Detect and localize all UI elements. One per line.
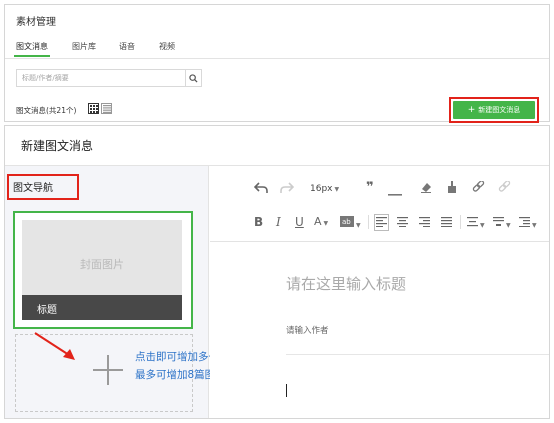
new-news-editor: 新建图文消息 图文导航 封面图片 标题 点击即可增加多一个图文 最多可增加8篇图… [4, 125, 550, 419]
undo-icon[interactable] [253, 182, 268, 196]
news-count-label: 图文消息(共21个) [16, 106, 77, 115]
page-title: 素材管理 [16, 17, 56, 28]
editor-title: 新建图文消息 [21, 139, 94, 153]
cover-title-bar: 标题 [22, 295, 182, 320]
quote-icon[interactable]: ❞ [366, 181, 374, 194]
underline-icon[interactable]: U [295, 216, 304, 228]
align-justify-icon[interactable] [441, 216, 452, 229]
align-left-icon[interactable] [374, 214, 389, 231]
add-plus-icon [93, 355, 123, 385]
nav-title: 图文导航 [13, 183, 53, 194]
tab-news[interactable]: 图文消息 [14, 41, 50, 57]
cover-title-text: 标题 [37, 305, 57, 316]
author-input[interactable]: 请输入作者 [286, 324, 329, 336]
line-height-icon[interactable]: ▼ [467, 216, 485, 229]
article-title-input[interactable]: 请在这里输入标题 [286, 273, 406, 294]
svg-text:ab: ab [342, 218, 351, 226]
horizontal-rule-icon[interactable] [388, 187, 402, 198]
author-divider [286, 354, 549, 355]
redo-icon[interactable] [280, 182, 295, 196]
red-arrow-icon [34, 332, 75, 360]
toolbar-divider [460, 215, 461, 229]
tab-video[interactable]: 视频 [159, 41, 175, 52]
font-color-icon[interactable]: A ▼ [314, 216, 328, 227]
align-right-icon[interactable] [419, 216, 430, 229]
eraser-icon[interactable] [420, 181, 432, 195]
new-news-button[interactable]: + 新建图文消息 [453, 101, 535, 119]
editor-toolbar: 16px ▼ ❞ B I U A ▼ ab ▼ ▼ ▼ ▼ [210, 166, 549, 242]
italic-icon[interactable]: I [276, 216, 281, 228]
bold-icon[interactable]: B [254, 216, 263, 228]
unlink-icon[interactable] [498, 180, 511, 196]
tab-image-library[interactable]: 图片库 [72, 41, 96, 52]
font-size-value: 16px [310, 184, 333, 194]
cover-placeholder-text: 封面图片 [80, 258, 124, 271]
search-input[interactable] [17, 70, 185, 86]
tab-bar: 图文消息 图片库 语音 视频 [5, 37, 549, 59]
editor-header: 新建图文消息 [5, 126, 549, 166]
text-cursor [286, 384, 287, 397]
paragraph-spacing-icon[interactable]: ▼ [493, 216, 511, 229]
search-icon[interactable] [185, 70, 201, 86]
search-box [16, 69, 202, 87]
tab-voice[interactable]: 语音 [119, 41, 135, 52]
indent-icon[interactable]: ▼ [519, 216, 537, 229]
new-news-button-label: 新建图文消息 [478, 106, 521, 114]
background-color-icon[interactable]: ab ▼ [340, 216, 361, 229]
link-icon[interactable] [472, 180, 485, 196]
view-toggle [88, 103, 112, 114]
plus-icon: + [467, 104, 476, 115]
toolbar-divider [368, 215, 369, 229]
font-size-select[interactable]: 16px ▼ [310, 184, 339, 194]
align-center-icon[interactable] [397, 216, 408, 229]
rich-text-editor: 16px ▼ ❞ B I U A ▼ ab ▼ ▼ ▼ ▼ 请在这里输入标题 请… [210, 166, 549, 418]
cover-image-placeholder[interactable]: 封面图片 标题 [22, 220, 182, 320]
list-view-icon[interactable] [101, 103, 112, 114]
grid-view-icon[interactable] [88, 103, 99, 114]
format-painter-icon[interactable] [446, 181, 458, 195]
material-management-panel: 素材管理 图文消息 图片库 语音 视频 图文消息(共21个) + 新建图文消息 [4, 4, 550, 123]
